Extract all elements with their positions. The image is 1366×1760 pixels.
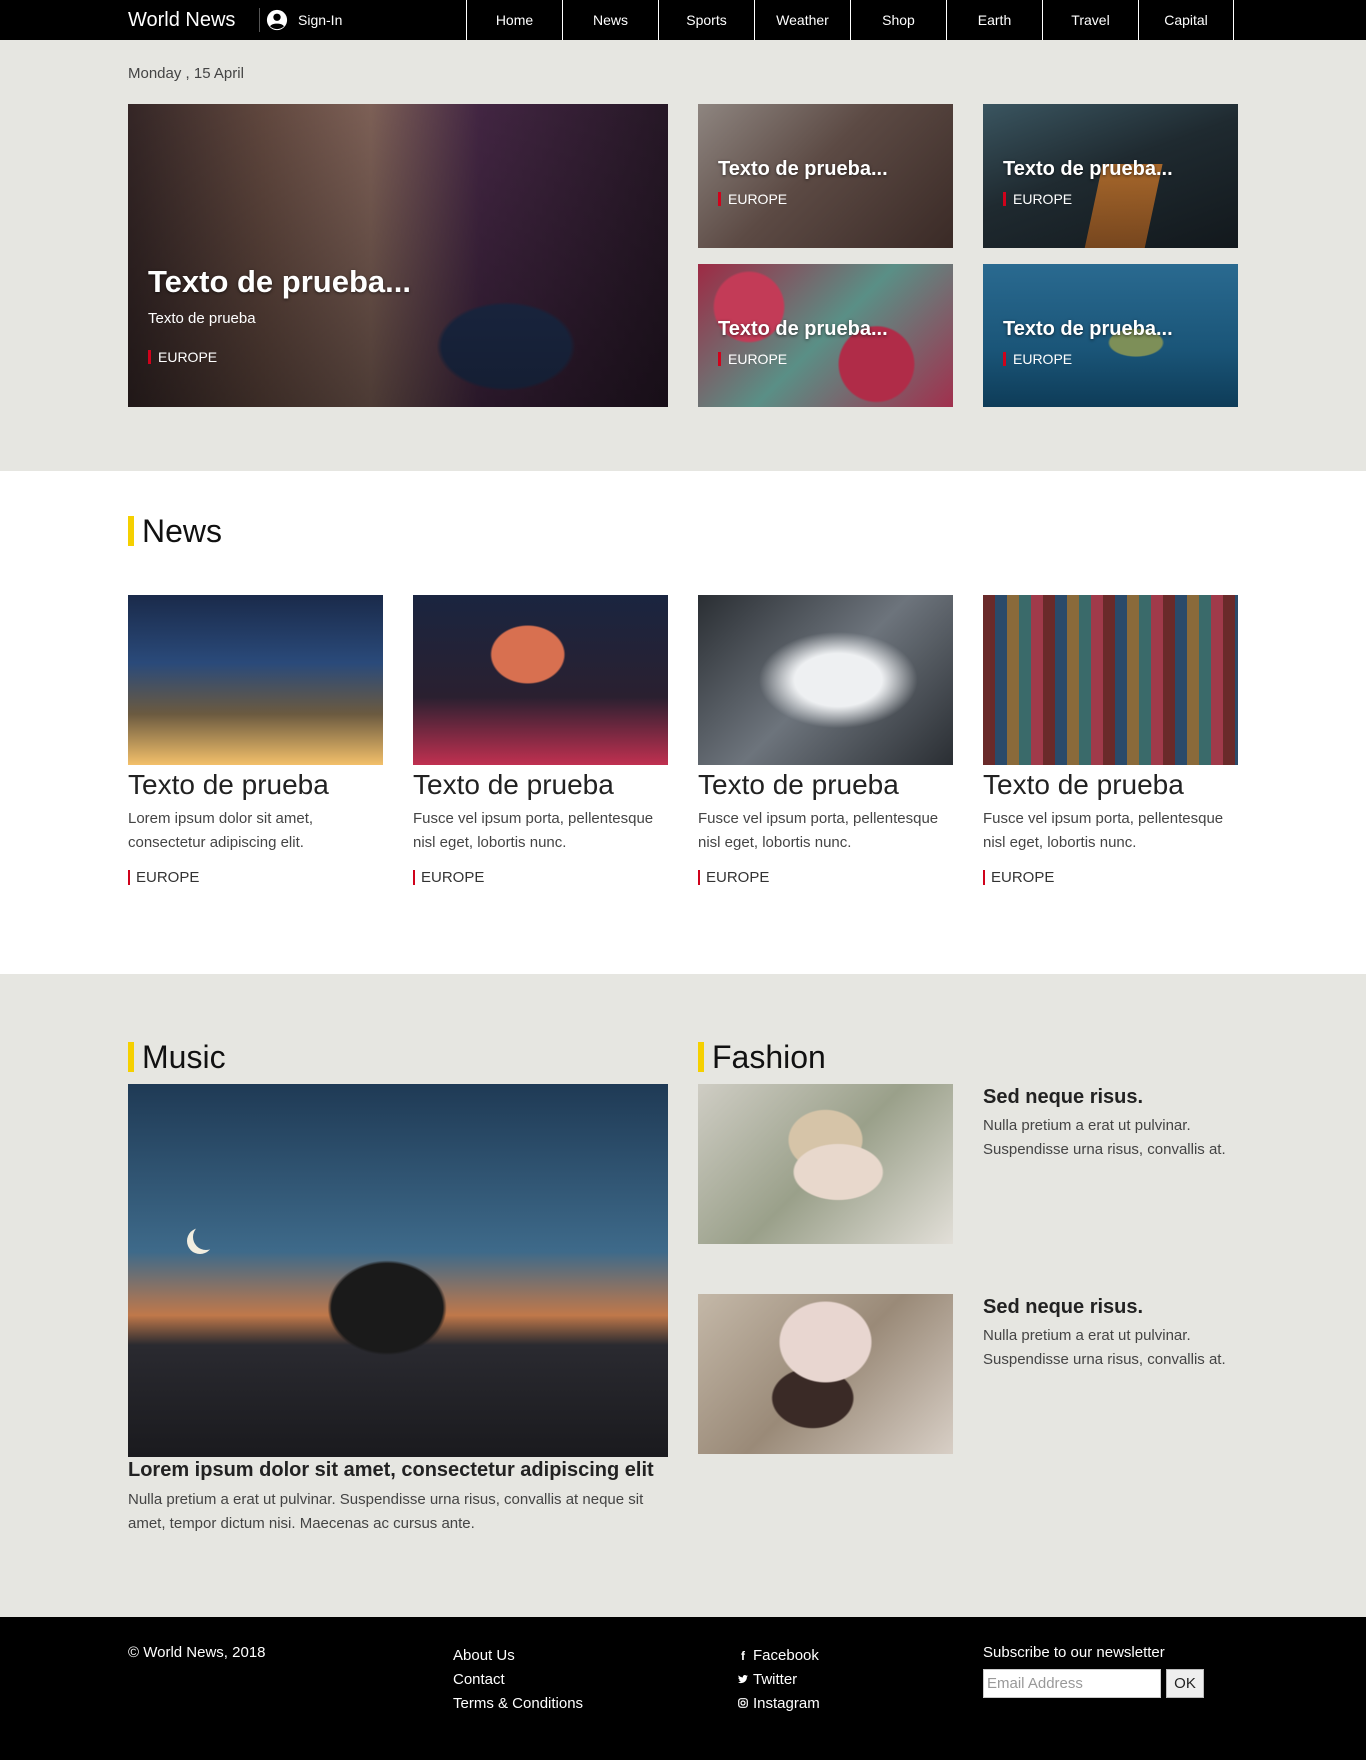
news-card[interactable]: Texto de prueba Lorem ipsum dolor sit am… — [128, 595, 383, 885]
social-links: f Facebook Twitter Instagram — [737, 1644, 820, 1716]
hero-card-tag: EUROPE — [718, 192, 787, 206]
fashion-item: Sed neque risus. Nulla pretium a erat ut… — [983, 1294, 1243, 1372]
hero-card-raspberries[interactable]: Texto de prueba... EUROPE — [698, 264, 953, 407]
main-nav: Home News Sports Weather Shop Earth Trav… — [466, 0, 1234, 40]
top-navigation-bar: World News Sign-In Home News Sports Weat… — [0, 0, 1366, 40]
moon-icon — [193, 1224, 219, 1250]
music-heading: Music — [128, 1041, 226, 1073]
news-card-tag: EUROPE — [413, 870, 668, 885]
hero-main-title: Texto de prueba... — [148, 264, 411, 299]
news-card-title[interactable]: Texto de prueba — [698, 767, 953, 803]
footer-link-contact[interactable]: Contact — [453, 1668, 583, 1692]
fashion-heading: Fashion — [698, 1041, 826, 1073]
hero-card-title: Texto de prueba... — [1003, 318, 1173, 340]
signin-button[interactable]: Sign-In — [259, 8, 342, 32]
nav-shop[interactable]: Shop — [850, 0, 946, 40]
nav-sports[interactable]: Sports — [658, 0, 754, 40]
user-circle-icon — [266, 9, 288, 31]
social-instagram[interactable]: Instagram — [737, 1692, 820, 1716]
news-card-tag: EUROPE — [983, 870, 1238, 885]
news-section: News Texto de prueba Lorem ipsum dolor s… — [0, 471, 1366, 974]
hero-main-card[interactable]: Texto de prueba... Texto de prueba EUROP… — [128, 104, 668, 407]
hero-card-road[interactable]: Texto de prueba... EUROPE — [983, 104, 1238, 248]
newsletter-form: OK — [983, 1669, 1204, 1698]
nav-capital[interactable]: Capital — [1138, 0, 1234, 40]
twitter-icon — [737, 1668, 749, 1692]
fashion-image-hat-portrait[interactable] — [698, 1294, 953, 1454]
news-card-tag: EUROPE — [128, 870, 383, 885]
news-card-title[interactable]: Texto de prueba — [413, 767, 668, 803]
fashion-item-title[interactable]: Sed neque risus. — [983, 1294, 1243, 1320]
subscribe-button[interactable]: OK — [1166, 1669, 1204, 1698]
music-headline[interactable]: Lorem ipsum dolor sit amet, consectetur … — [128, 1457, 668, 1483]
social-twitter[interactable]: Twitter — [737, 1668, 820, 1692]
social-label: Instagram — [753, 1695, 820, 1712]
music-text: Nulla pretium a erat ut pulvinar. Suspen… — [128, 1491, 644, 1532]
hero-card-title: Texto de prueba... — [718, 158, 888, 180]
newsletter-title: Subscribe to our newsletter — [983, 1644, 1165, 1661]
fashion-item: Sed neque risus. Nulla pretium a erat ut… — [983, 1084, 1243, 1162]
fashion-item-title[interactable]: Sed neque risus. — [983, 1084, 1243, 1110]
site-brand[interactable]: World News — [128, 9, 235, 32]
social-facebook[interactable]: f Facebook — [737, 1644, 820, 1668]
hero-card-turtle[interactable]: Texto de prueba... EUROPE — [983, 264, 1238, 407]
social-label: Facebook — [753, 1647, 819, 1664]
music-image-lantern[interactable] — [128, 1084, 668, 1457]
news-card[interactable]: Texto de prueba Fusce vel ipsum porta, p… — [413, 595, 668, 885]
news-card-text: Fusce vel ipsum porta, pellentesque nisl… — [698, 810, 939, 851]
signin-label: Sign-In — [298, 12, 343, 28]
hero-card-title: Texto de prueba... — [718, 318, 888, 340]
news-image-books[interactable] — [983, 595, 1238, 765]
news-card-text: Lorem ipsum dolor sit amet, consectetur … — [128, 810, 314, 851]
hero-main-tag: EUROPE — [148, 350, 217, 364]
news-image-skyscrapers[interactable] — [698, 595, 953, 765]
news-card-tag: EUROPE — [698, 870, 953, 885]
nav-weather[interactable]: Weather — [754, 0, 850, 40]
copyright: © World News, 2018 — [128, 1644, 266, 1661]
nav-news[interactable]: News — [562, 0, 658, 40]
music-fashion-section: Music Lorem ipsum dolor sit amet, consec… — [0, 974, 1366, 1617]
facebook-icon: f — [741, 1649, 745, 1663]
news-card-text: Fusce vel ipsum porta, pellentesque nisl… — [983, 810, 1224, 851]
news-image-city-traffic[interactable] — [128, 595, 383, 765]
newsletter: Subscribe to our newsletter OK — [983, 1644, 1204, 1698]
fashion-item-text: Nulla pretium a erat ut pulvinar. Suspen… — [983, 1327, 1226, 1368]
current-date: Monday , 15 April — [128, 65, 244, 82]
hero-section: Monday , 15 April Texto de prueba... Tex… — [0, 40, 1366, 471]
news-card[interactable]: Texto de prueba Fusce vel ipsum porta, p… — [983, 595, 1238, 885]
news-card-title[interactable]: Texto de prueba — [128, 767, 383, 803]
nav-home[interactable]: Home — [466, 0, 562, 40]
news-card-title[interactable]: Texto de prueba — [983, 767, 1238, 803]
news-heading: News — [128, 515, 222, 547]
nav-earth[interactable]: Earth — [946, 0, 1042, 40]
email-field[interactable] — [983, 1669, 1161, 1698]
footer-link-terms[interactable]: Terms & Conditions — [453, 1692, 583, 1716]
hero-main-subtitle: Texto de prueba — [148, 310, 256, 327]
hero-card-title: Texto de prueba... — [1003, 158, 1173, 180]
footer-link-about[interactable]: About Us — [453, 1644, 583, 1668]
site-footer: © World News, 2018 About Us Contact Term… — [0, 1617, 1366, 1760]
hero-card-tag: EUROPE — [1003, 192, 1072, 206]
footer-links: About Us Contact Terms & Conditions — [453, 1644, 583, 1716]
hero-card-bicycle[interactable]: Texto de prueba... EUROPE — [698, 104, 953, 248]
instagram-icon — [737, 1692, 749, 1716]
nav-travel[interactable]: Travel — [1042, 0, 1138, 40]
news-card-text: Fusce vel ipsum porta, pellentesque nisl… — [413, 810, 654, 851]
fashion-image-hat-leaf[interactable] — [698, 1084, 953, 1244]
news-image-night-street[interactable] — [413, 595, 668, 765]
social-label: Twitter — [753, 1671, 798, 1688]
hero-card-tag: EUROPE — [1003, 352, 1072, 366]
news-card[interactable]: Texto de prueba Fusce vel ipsum porta, p… — [698, 595, 953, 885]
hero-card-tag: EUROPE — [718, 352, 787, 366]
fashion-item-text: Nulla pretium a erat ut pulvinar. Suspen… — [983, 1117, 1226, 1158]
